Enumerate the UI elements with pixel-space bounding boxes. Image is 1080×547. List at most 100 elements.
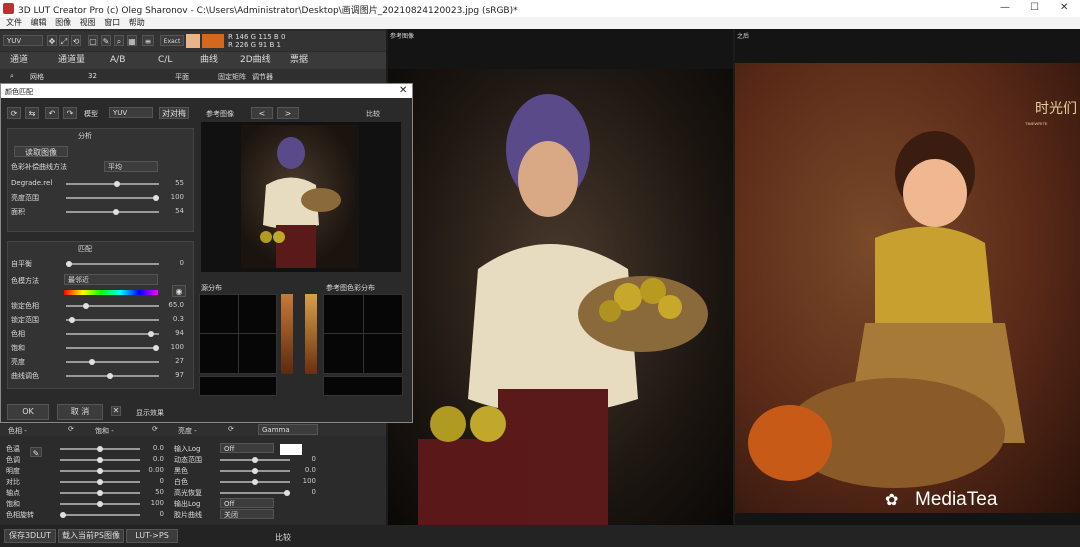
tab-curves[interactable]: 曲线 <box>200 52 218 69</box>
model-select[interactable]: YUV <box>109 107 153 118</box>
tab-cl[interactable]: C/L <box>158 52 172 69</box>
after-view[interactable]: 之后 时光们 TIMEWRITE ✿ MediaTea <box>735 29 1080 525</box>
next-ref-button[interactable]: > <box>277 107 299 119</box>
left-row-0-slider[interactable] <box>60 446 140 452</box>
refresh-icon[interactable]: ⟳ <box>7 107 21 119</box>
analysis-row-2-slider[interactable] <box>66 209 159 215</box>
tab-notes[interactable]: 票据 <box>290 52 308 69</box>
autobalance-slider[interactable] <box>66 261 159 267</box>
analysis-row-0-slider[interactable] <box>66 181 159 187</box>
match-row-4-slider-knob[interactable] <box>89 359 95 365</box>
tab-channel-amount[interactable]: 通道量 <box>58 52 85 69</box>
left-row-6-slider[interactable] <box>60 512 140 518</box>
right-row-2-slider[interactable] <box>220 468 290 474</box>
left-row-6-slider-knob[interactable] <box>60 512 66 518</box>
same-button[interactable]: 对对梅 <box>159 107 189 119</box>
analysis-row-1-slider[interactable] <box>66 195 159 201</box>
color-swatch-target[interactable] <box>202 34 224 48</box>
right-row-4-slider-knob[interactable] <box>284 490 290 496</box>
match-row-2-slider[interactable] <box>66 331 159 337</box>
reset-sat-icon[interactable]: ⟳ <box>152 425 158 433</box>
exact-button[interactable]: Exact <box>160 35 184 46</box>
compare-label[interactable]: 比较 <box>275 532 291 543</box>
search-icon[interactable]: ⌕ <box>10 72 14 81</box>
ok-button[interactable]: OK <box>7 404 49 420</box>
expand-icon[interactable]: ⤢ <box>59 35 69 46</box>
tab-2d-curves[interactable]: 2D曲线 <box>240 52 271 69</box>
prev-ref-button[interactable]: < <box>251 107 273 119</box>
brightness-dropdown[interactable]: 亮度 - <box>178 426 197 436</box>
color-swatch-source[interactable] <box>186 34 200 48</box>
right-row-3-slider[interactable] <box>220 479 290 485</box>
zoom-icon[interactable]: ⌕ <box>114 35 124 46</box>
hue-dropdown[interactable]: 色相 - <box>8 426 27 436</box>
dialog-close-icon[interactable]: ✕ <box>399 85 407 96</box>
undo-icon[interactable]: ↶ <box>45 107 59 119</box>
matrix-label[interactable]: 固定矩阵 <box>218 72 246 82</box>
match-row-0-slider-knob[interactable] <box>83 303 89 309</box>
analysis-row-1-slider-knob[interactable] <box>153 195 159 201</box>
left-row-1-slider-knob[interactable] <box>97 457 103 463</box>
list-icon[interactable]: ≡ <box>142 35 154 46</box>
menu-image[interactable]: 图像 <box>55 17 71 29</box>
show-effect-checkbox[interactable]: ✕ <box>111 406 121 416</box>
right-row-6-select[interactable]: 关闭 <box>220 509 274 519</box>
right-row-0-select[interactable]: Off <box>220 443 274 453</box>
left-row-2-slider-knob[interactable] <box>97 468 103 474</box>
left-row-3-slider[interactable] <box>60 479 140 485</box>
move-tool-icon[interactable]: ✥ <box>47 35 57 46</box>
select-icon[interactable]: ▢ <box>88 35 98 46</box>
left-row-4-slider[interactable] <box>60 490 140 496</box>
tab-ab[interactable]: A/B <box>110 52 125 69</box>
grid-size[interactable]: 32 <box>88 72 97 80</box>
analysis-row-2-slider-knob[interactable] <box>113 209 119 215</box>
right-row-4-slider[interactable] <box>220 490 290 496</box>
close-window-button[interactable]: ✕ <box>1060 2 1068 13</box>
right-row-2-slider-knob[interactable] <box>252 468 258 474</box>
left-row-2-slider[interactable] <box>60 468 140 474</box>
lut-to-ps-button[interactable]: LUT->PS <box>126 529 178 543</box>
tab-channel[interactable]: 通道 <box>10 52 28 69</box>
eyedropper-small-icon[interactable]: ✎ <box>30 447 42 458</box>
save-3dlut-button[interactable]: 保存3DLUT <box>4 529 56 543</box>
left-row-5-slider-knob[interactable] <box>97 501 103 507</box>
adjuster-label[interactable]: 调节器 <box>252 72 273 82</box>
gamma-select[interactable]: Gamma <box>258 424 318 435</box>
load-image-button[interactable]: 读取图像 <box>14 146 68 157</box>
left-row-0-slider-knob[interactable] <box>97 446 103 452</box>
minimize-button[interactable]: — <box>1000 2 1010 13</box>
menu-file[interactable]: 文件 <box>6 17 22 29</box>
right-row-3-slider-knob[interactable] <box>252 479 258 485</box>
match-row-5-slider[interactable] <box>66 373 159 379</box>
menu-window[interactable]: 窗口 <box>104 17 120 29</box>
redo-icon[interactable]: ↷ <box>63 107 77 119</box>
left-row-1-slider[interactable] <box>60 457 140 463</box>
match-row-5-slider-knob[interactable] <box>107 373 113 379</box>
right-row-1-slider-knob[interactable] <box>252 457 258 463</box>
white-swatch[interactable] <box>280 444 302 455</box>
rotate-icon[interactable]: ⟲ <box>71 35 81 46</box>
menu-help[interactable]: 帮助 <box>129 17 145 29</box>
load-ps-image-button[interactable]: 载入当前PS图像 <box>58 529 124 543</box>
left-row-3-slider-knob[interactable] <box>97 479 103 485</box>
reset-bright-icon[interactable]: ⟳ <box>228 425 234 433</box>
match-row-1-slider[interactable] <box>66 317 159 323</box>
analysis-row-0-slider-knob[interactable] <box>114 181 120 187</box>
match-row-3-slider[interactable] <box>66 345 159 351</box>
left-row-5-slider[interactable] <box>60 501 140 507</box>
swap-icon[interactable]: ⇆ <box>25 107 39 119</box>
saturation-dropdown[interactable]: 饱和 - <box>95 426 114 436</box>
eyedropper-icon[interactable]: ✎ <box>101 35 111 46</box>
match-row-1-slider-knob[interactable] <box>69 317 75 323</box>
menu-edit[interactable]: 编辑 <box>31 17 47 29</box>
match-row-2-slider-knob[interactable] <box>148 331 154 337</box>
grid-toggle-icon[interactable]: ▦ <box>127 35 137 46</box>
plane-label[interactable]: 平面 <box>175 72 189 82</box>
reference-thumb-area[interactable] <box>201 122 401 272</box>
menu-view[interactable]: 视图 <box>80 17 96 29</box>
cancel-button[interactable]: 取 消 <box>57 404 103 420</box>
color-model-select[interactable]: YUV <box>3 35 43 46</box>
method-select[interactable]: 平均 <box>104 161 158 172</box>
before-view[interactable]: 参考图像 <box>388 29 733 525</box>
right-row-1-slider[interactable] <box>220 457 290 463</box>
